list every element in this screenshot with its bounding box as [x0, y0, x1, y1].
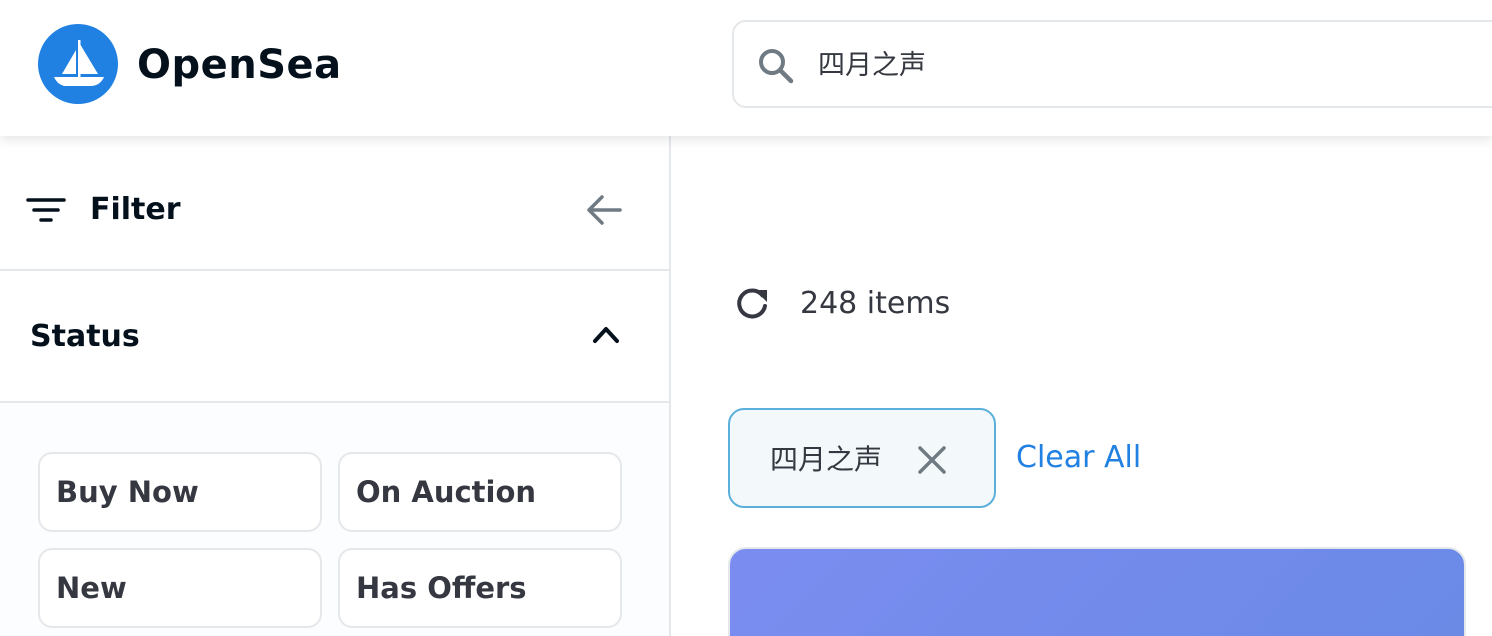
status-options: Buy Now On Auction New Has Offers [0, 403, 669, 636]
clear-all-link[interactable]: Clear All [1016, 438, 1141, 478]
filter-header: Filter [0, 152, 669, 271]
opensea-logo[interactable] [38, 24, 118, 104]
arrow-left-icon[interactable] [584, 190, 624, 230]
filter-title: Filter [90, 192, 181, 227]
status-on-auction-button[interactable]: On Auction [338, 452, 622, 532]
results-panel: 248 items 四月之声 Clear All [672, 136, 1492, 636]
chevron-up-icon[interactable] [588, 317, 624, 353]
active-filter-chip[interactable]: 四月之声 [728, 408, 996, 508]
refresh-icon[interactable] [732, 284, 772, 324]
filter-sidebar: Filter Status Buy Now On Auction New Has… [0, 136, 671, 636]
status-buy-now-button[interactable]: Buy Now [38, 452, 322, 532]
asset-card-image[interactable] [728, 547, 1466, 636]
status-title: Status [30, 319, 140, 354]
search-input[interactable]: 四月之声 [818, 46, 926, 86]
status-section-header[interactable]: Status [0, 271, 669, 403]
search-bar[interactable]: 四月之声 [732, 20, 1492, 108]
active-filter-label: 四月之声 [770, 443, 883, 476]
status-has-offers-button[interactable]: Has Offers [338, 548, 622, 628]
filter-list-icon [26, 198, 66, 222]
items-count: 248 items [800, 286, 951, 321]
status-new-button[interactable]: New [38, 548, 322, 628]
search-icon [759, 49, 794, 84]
top-navbar: OpenSea 四月之声 [0, 0, 1492, 136]
close-icon[interactable] [912, 440, 952, 480]
brand-name[interactable]: OpenSea [137, 38, 342, 92]
ship-icon [54, 40, 104, 86]
